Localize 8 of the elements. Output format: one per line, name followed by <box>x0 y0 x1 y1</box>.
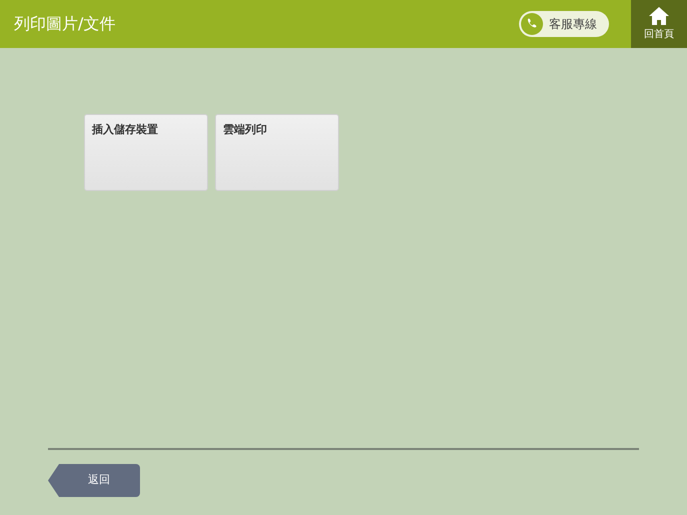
option-tile[interactable]: 插入儲存裝置 <box>84 114 208 191</box>
support-button[interactable]: 客服專線 <box>519 11 609 37</box>
phone-icon <box>521 13 543 35</box>
option-tile[interactable]: 雲端列印 <box>215 114 339 191</box>
back-button[interactable]: 返回 <box>48 464 140 497</box>
home-button[interactable]: 回首頁 <box>631 0 687 48</box>
home-icon <box>649 6 669 24</box>
page-title: 列印圖片/文件 <box>14 13 116 35</box>
